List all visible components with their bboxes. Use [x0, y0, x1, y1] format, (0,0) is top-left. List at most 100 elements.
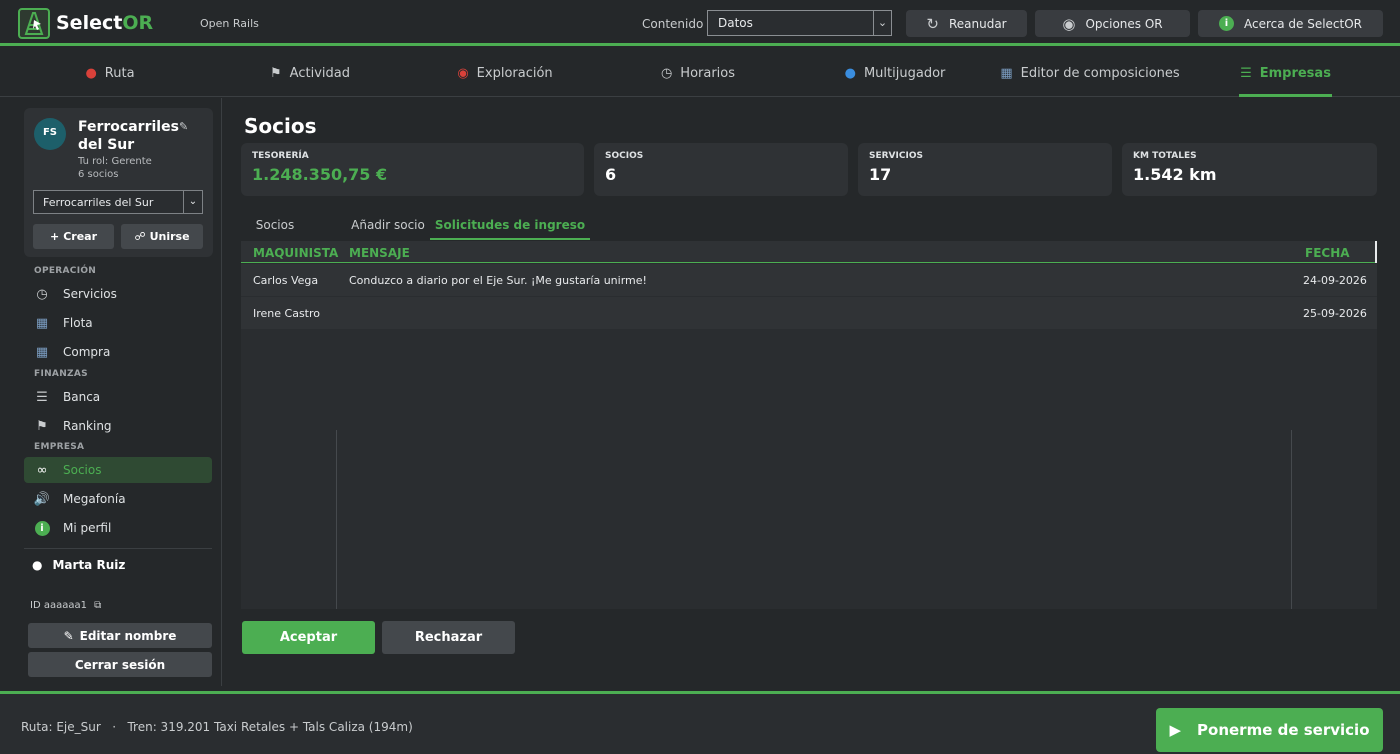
- stat-total-km: KM TOTALES 1.542 km: [1122, 143, 1377, 196]
- about-button-label: Acerca de SelectOR: [1243, 16, 1363, 31]
- sidebar-item-compra[interactable]: ▦ Compra: [24, 339, 212, 365]
- start-service-label: Ponerme de servicio: [1197, 721, 1370, 739]
- subtab-anadir-socio[interactable]: Añadir socio: [343, 210, 433, 240]
- plus-icon: +: [49, 230, 60, 243]
- stat-treasury: TESORERÍA 1.248.350,75 €: [241, 143, 584, 196]
- tab-label: Editor de composiciones: [1020, 65, 1180, 81]
- column-divider: [1291, 430, 1292, 609]
- stat-members: SOCIOS 6: [594, 143, 848, 196]
- stat-value: 1.248.350,75 €: [252, 165, 388, 184]
- user-icon: ●: [32, 558, 43, 572]
- cell-message: Conduzco a diario por el Eje Sur. ¡Me gu…: [349, 274, 647, 287]
- user-id-text: ID aaaaaa1: [30, 600, 87, 611]
- logout-button[interactable]: Cerrar sesión: [28, 652, 212, 677]
- about-button[interactable]: i Acerca de SelectOR: [1198, 10, 1383, 37]
- info-icon: i: [33, 520, 51, 536]
- tab-ruta[interactable]: ● Ruta: [60, 49, 160, 97]
- edit-pencil-icon[interactable]: ✎: [179, 120, 188, 133]
- checkered-flag-icon: ⚑: [36, 418, 48, 434]
- tab-empresas[interactable]: ☰ Empresas: [1239, 49, 1332, 97]
- user-info: ● Marta Ruiz: [32, 558, 125, 572]
- resume-button-label: Reanudar: [948, 16, 1007, 31]
- create-label: Crear: [63, 230, 98, 243]
- start-service-button[interactable]: ▶ Ponerme de servicio: [1156, 708, 1383, 752]
- globe-icon: ●: [844, 65, 856, 81]
- join-icon: ☍: [134, 230, 146, 243]
- app-name: SelectOR: [56, 12, 154, 34]
- company-card: FS Ferrocarriles del Sur ✎ Tu rol: Geren…: [24, 108, 213, 257]
- scrollbar[interactable]: [1375, 241, 1377, 263]
- clock-icon: ◷: [36, 286, 48, 302]
- page-title: Socios: [244, 114, 317, 138]
- reject-button[interactable]: Rechazar: [382, 621, 515, 654]
- user-name: Marta Ruiz: [52, 558, 126, 572]
- company-role: Tu rol: Gerente: [78, 156, 152, 167]
- sidebar-item-banca[interactable]: ☰ Banca: [24, 384, 212, 410]
- tab-horarios[interactable]: ◷ Horarios: [648, 49, 748, 97]
- sidebar-item-servicios[interactable]: ◷ Servicios: [24, 281, 212, 307]
- train-icon: ▦: [35, 344, 49, 360]
- tab-label: Actividad: [289, 65, 350, 81]
- tab-label: Empresas: [1259, 65, 1331, 81]
- tab-multijugador[interactable]: ● Multijugador: [835, 49, 955, 97]
- clock-icon: ◷: [660, 65, 673, 81]
- subtab-socios[interactable]: Socios: [244, 210, 306, 240]
- copy-icon[interactable]: ⧉: [94, 600, 101, 611]
- company-avatar: FS: [34, 118, 66, 150]
- create-company-button[interactable]: + Crear: [33, 224, 114, 249]
- content-select-value: Datos: [718, 16, 753, 30]
- tab-label: Horarios: [680, 65, 736, 81]
- sidebar-item-flota[interactable]: ▦ Flota: [24, 310, 212, 336]
- sidebar-item-label: Megafonía: [63, 492, 126, 506]
- section-label-empresa: EMPRESA: [34, 442, 85, 452]
- table-row[interactable]: Carlos Vega Conduzco a diario por el Eje…: [241, 264, 1377, 296]
- edit-name-button[interactable]: ✎ Editar nombre: [28, 623, 212, 648]
- tab-exploracion[interactable]: ◉ Exploración: [445, 49, 565, 97]
- tab-editor-composiciones[interactable]: ▦ Editor de composiciones: [1000, 49, 1180, 97]
- accept-button[interactable]: Aceptar: [242, 621, 375, 654]
- sidebar-item-ranking[interactable]: ⚑ Ranking: [24, 413, 212, 439]
- company-name: Ferrocarriles del Sur: [78, 119, 179, 153]
- cell-date: 25-09-2026: [1303, 307, 1367, 320]
- stat-label: SOCIOS: [605, 151, 644, 161]
- tab-label: Exploración: [476, 65, 553, 81]
- user-id: ID aaaaaa1 ⧉: [30, 600, 101, 611]
- resume-icon: ↻: [926, 14, 939, 33]
- subtab-solicitudes[interactable]: Solicitudes de ingreso: [430, 210, 590, 240]
- cell-date: 24-09-2026: [1303, 274, 1367, 287]
- column-header-driver[interactable]: MAQUINISTA: [253, 246, 338, 260]
- resume-button[interactable]: ↻ Reanudar: [906, 10, 1027, 37]
- sidebar-item-mi-perfil[interactable]: i Mi perfil: [24, 515, 212, 541]
- app-logo-icon: [18, 8, 50, 39]
- sidebar-item-socios[interactable]: ∞ Socios: [24, 457, 212, 483]
- settings-disc-icon: ◉: [1062, 14, 1076, 33]
- compass-icon: ◉: [457, 65, 469, 81]
- content-select[interactable]: Datos ⌄: [707, 10, 892, 36]
- bank-icon: ☰: [36, 389, 48, 405]
- tab-actividad[interactable]: ⚑ Actividad: [255, 49, 365, 97]
- chevron-down-icon: ⌄: [873, 11, 891, 35]
- logout-label: Cerrar sesión: [74, 657, 166, 672]
- footer-bar: Ruta: Eje_Sur · Tren: 319.201 Taxi Retal…: [0, 691, 1400, 754]
- company-select[interactable]: Ferrocarriles del Sur ⌄: [33, 190, 203, 214]
- section-label-finanzas: FINANZAS: [34, 369, 88, 379]
- or-options-label: Opciones OR: [1085, 16, 1163, 31]
- table-row[interactable]: Irene Castro 25-09-2026: [241, 297, 1377, 329]
- stat-label: TESORERÍA: [252, 151, 309, 161]
- flag-icon: ⚑: [270, 65, 282, 81]
- speaker-icon: 🔊: [33, 491, 51, 507]
- map-pin-icon: ●: [85, 65, 97, 81]
- app-subtitle: Open Rails: [200, 17, 259, 30]
- company-members: 6 socios: [78, 169, 119, 180]
- edit-name-label: Editar nombre: [79, 628, 177, 643]
- sidebar-item-megafonia[interactable]: 🔊 Megafonía: [24, 486, 212, 512]
- or-options-button[interactable]: ◉ Opciones OR: [1035, 10, 1190, 37]
- column-divider: [336, 430, 337, 609]
- column-header-message[interactable]: MENSAJE: [349, 246, 410, 260]
- cell-driver: Carlos Vega: [253, 274, 319, 287]
- requests-table: MAQUINISTA MENSAJE FECHA Carlos Vega Con…: [241, 241, 1377, 609]
- pencil-icon: ✎: [63, 628, 74, 643]
- column-header-date[interactable]: FECHA: [1305, 246, 1350, 260]
- link-icon: ∞: [36, 462, 48, 478]
- join-company-button[interactable]: ☍ Unirse: [121, 224, 203, 249]
